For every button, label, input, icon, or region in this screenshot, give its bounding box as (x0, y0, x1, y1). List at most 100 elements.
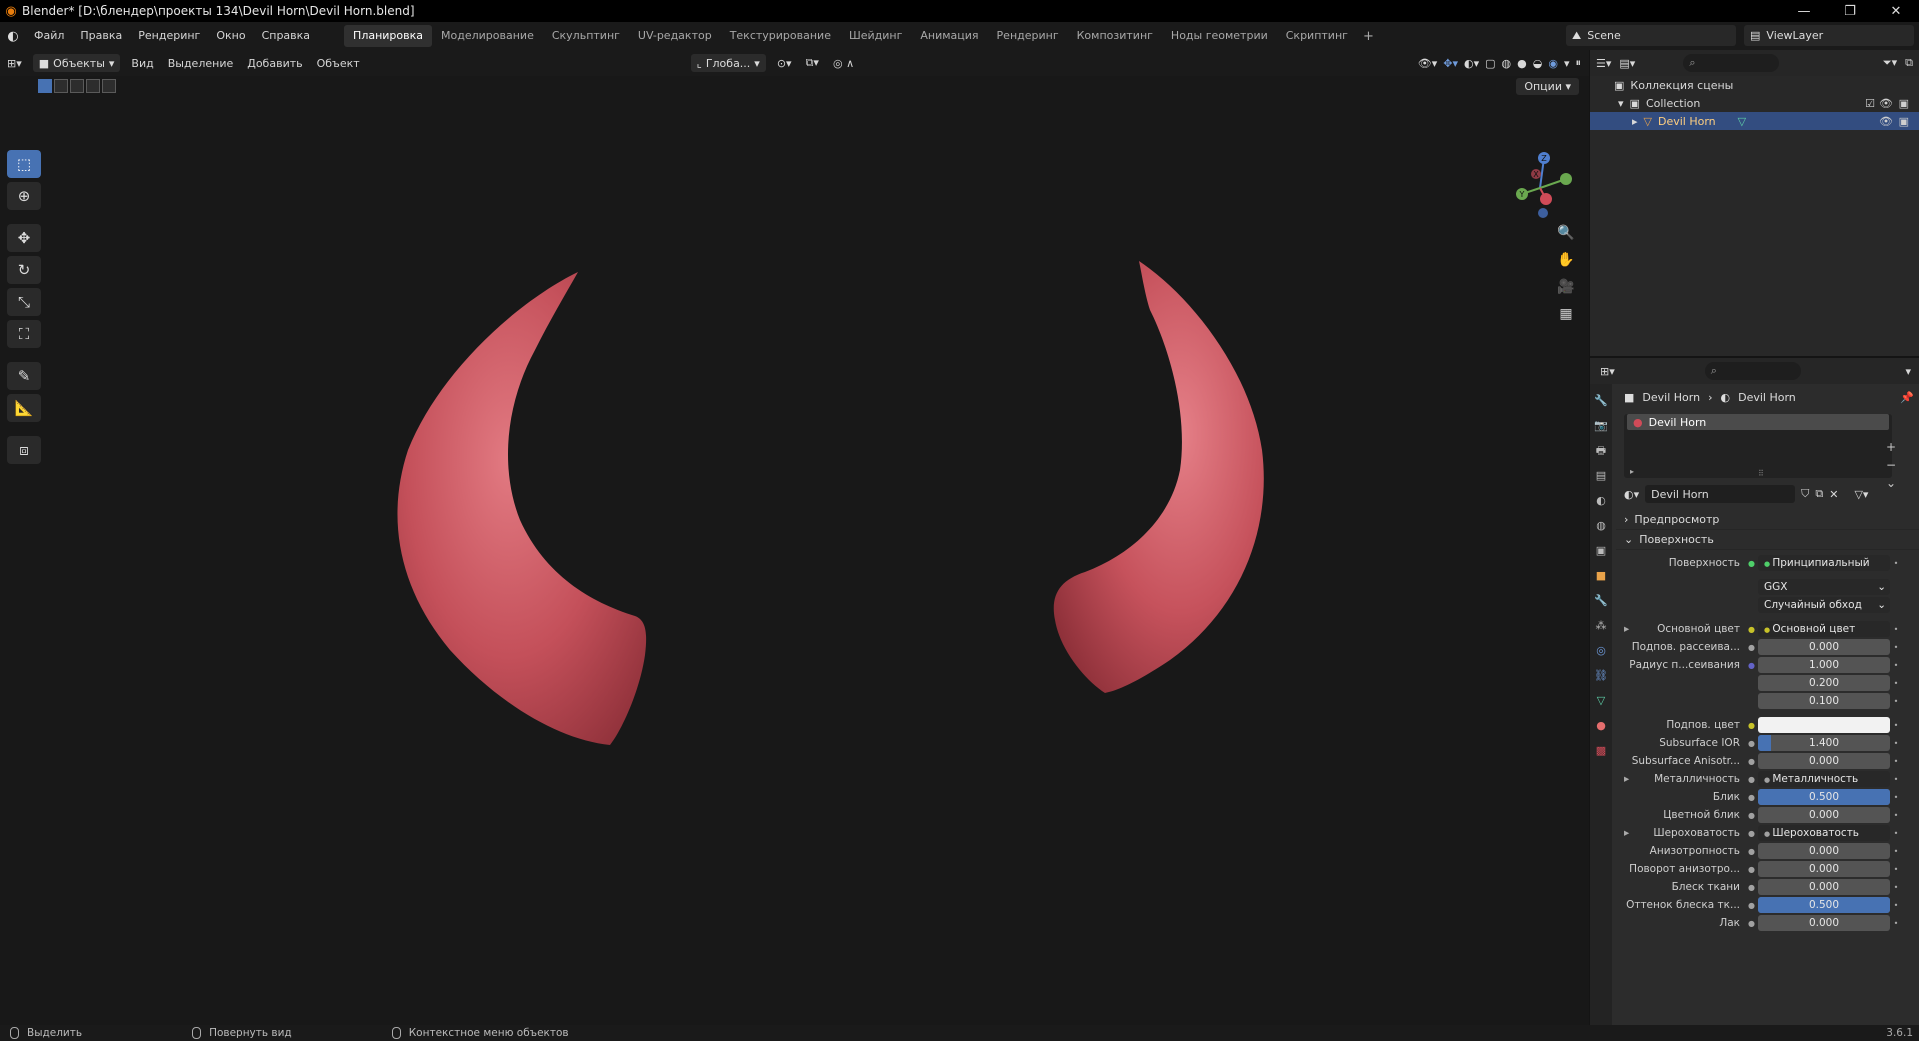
left-horn[interactable] (397, 272, 647, 745)
solid-shading-icon[interactable]: ● (1517, 57, 1527, 70)
shading-options-icon[interactable]: ▾ (1564, 57, 1570, 70)
duplicate-material-icon[interactable]: ⧉ (1815, 487, 1823, 501)
scene-selector[interactable]: ⛰ Scene (1566, 25, 1736, 46)
keyframe-dot-icon[interactable]: • (1890, 643, 1902, 652)
socket-icon[interactable]: ● (1748, 625, 1758, 634)
wireframe-shading-icon[interactable]: ◍ (1502, 57, 1512, 70)
socket-icon[interactable]: ● (1748, 775, 1758, 784)
keyframe-dot-icon[interactable]: • (1890, 739, 1902, 748)
material-browse-icon[interactable]: ◐▾ (1624, 488, 1639, 501)
filter-icon[interactable]: ⏷▾ (1883, 56, 1897, 70)
perspective-grid-icon[interactable]: ▦ (1555, 306, 1577, 324)
socket-icon[interactable]: ● (1748, 847, 1758, 856)
pivot-point-icon[interactable]: ⊙▾ (770, 57, 799, 70)
maximize-button[interactable]: ❐ (1827, 0, 1873, 22)
object-tab-icon[interactable]: ■ (1596, 567, 1606, 584)
expand-arrow-icon[interactable]: ▸ (1632, 115, 1638, 128)
editor-type-icon[interactable]: ☰▾ (1596, 57, 1611, 70)
eye-icon[interactable]: 👁 (1879, 97, 1893, 110)
resize-handle-icon[interactable]: ⠿ (1758, 469, 1764, 478)
socket-icon[interactable]: ● (1748, 661, 1758, 670)
scene-tab-icon[interactable]: ◐ (1596, 492, 1606, 509)
keyframe-dot-icon[interactable]: • (1890, 625, 1902, 634)
outliner-search-input[interactable]: ⌕ (1683, 54, 1780, 72)
pause-icon[interactable]: ⏸ (1576, 56, 1582, 70)
minimize-button[interactable]: — (1781, 0, 1827, 22)
socket-icon[interactable]: ● (1748, 739, 1758, 748)
constraints-tab-icon[interactable]: ⛓ (1594, 667, 1608, 684)
select-invert-icon[interactable] (86, 79, 100, 93)
numeric-field[interactable]: 0.200 (1758, 675, 1890, 691)
keyframe-dot-icon[interactable]: • (1890, 697, 1902, 706)
link-field[interactable]: ● Металличность (1758, 771, 1890, 787)
mode-dropdown[interactable]: ■ Объекты ▾ (32, 54, 121, 72)
display-mode-icon[interactable]: ▤▾ (1619, 57, 1635, 70)
panel-preview-header[interactable]: › Предпросмотр (1616, 510, 1919, 530)
camera-view-icon[interactable]: 🎥 (1555, 279, 1577, 297)
add-cube-tool-icon[interactable]: ⧈ (7, 436, 41, 464)
new-collection-icon[interactable]: ⧉ (1905, 56, 1913, 70)
measure-tool-icon[interactable]: 📐 (7, 394, 41, 422)
select-box-tool-icon[interactable]: ⬚ (7, 150, 41, 178)
rotate-tool-icon[interactable]: ↻ (7, 256, 41, 284)
add-workspace-button[interactable]: + (1357, 29, 1380, 44)
link-field[interactable]: ● Шероховатость (1758, 825, 1890, 841)
menu-select[interactable]: Выделение (161, 57, 241, 70)
select-extend-icon[interactable] (54, 79, 68, 93)
navigation-gizmo[interactable]: Z Y X (1500, 145, 1580, 225)
blender-menu-icon[interactable]: ◐ (0, 29, 26, 44)
select-subtract-icon[interactable] (70, 79, 84, 93)
pin-icon[interactable]: 📌 (1900, 391, 1919, 404)
socket-icon[interactable]: ● (1748, 793, 1758, 802)
numeric-field[interactable]: 0.000 (1758, 915, 1890, 931)
numeric-field[interactable]: 0.100 (1758, 693, 1890, 709)
tab-uv-editing[interactable]: UV-редактор (629, 25, 721, 47)
material-shading-icon[interactable]: ◒ (1533, 57, 1543, 70)
menu-file[interactable]: Файл (26, 22, 72, 50)
camera-icon[interactable]: ▣ (1899, 115, 1909, 128)
select-new-icon[interactable] (38, 79, 52, 93)
checkbox-icon[interactable]: ☑ (1865, 97, 1875, 110)
material-name-field[interactable]: Devil Horn (1645, 485, 1796, 503)
keyframe-dot-icon[interactable]: • (1890, 865, 1902, 874)
material-tab-icon[interactable]: ● (1596, 717, 1606, 734)
3d-viewport[interactable]: ⊞▾ ■ Объекты ▾ Вид Выделение Добавить Об… (0, 50, 1589, 1025)
tab-compositing[interactable]: Композитинг (1068, 25, 1162, 47)
eye-icon[interactable]: 👁 (1879, 115, 1893, 128)
socket-icon[interactable]: ● (1748, 559, 1758, 568)
collection-tab-icon[interactable]: ▣ (1596, 542, 1606, 559)
menu-render[interactable]: Рендеринг (130, 22, 208, 50)
texture-tab-icon[interactable]: ▩ (1596, 742, 1606, 759)
keyframe-dot-icon[interactable]: • (1890, 661, 1902, 670)
tab-scripting[interactable]: Скриптинг (1277, 25, 1357, 47)
output-tab-icon[interactable]: 🖶 (1596, 442, 1606, 459)
close-button[interactable]: ✕ (1873, 0, 1919, 22)
link-field[interactable]: ● Принципиальный BSDF (1758, 555, 1890, 571)
move-tool-icon[interactable]: ✥ (7, 224, 41, 252)
socket-icon[interactable]: ● (1748, 865, 1758, 874)
tab-animation[interactable]: Анимация (911, 25, 987, 47)
view-layer-tab-icon[interactable]: ▤ (1596, 467, 1606, 484)
keyframe-dot-icon[interactable]: • (1890, 721, 1902, 730)
camera-icon[interactable]: ▣ (1899, 97, 1909, 110)
numeric-field[interactable]: 1.000 (1758, 657, 1890, 673)
numeric-field[interactable]: 0.000 (1758, 879, 1890, 895)
keyframe-dot-icon[interactable]: • (1890, 919, 1902, 928)
keyframe-dot-icon[interactable]: • (1890, 793, 1902, 802)
properties-search-input[interactable]: ⌕ (1704, 362, 1801, 380)
cursor-tool-icon[interactable]: ⊕ (7, 182, 41, 210)
socket-icon[interactable]: ● (1748, 811, 1758, 820)
outliner-row-scene-collection[interactable]: ▣ Коллекция сцены (1590, 76, 1919, 94)
menu-help[interactable]: Справка (254, 22, 318, 50)
keyframe-dot-icon[interactable]: • (1890, 883, 1902, 892)
modifier-tab-icon[interactable]: 🔧 (1594, 592, 1608, 609)
expand-arrow-icon[interactable]: ▸ (1630, 467, 1634, 476)
menu-object[interactable]: Объект (310, 57, 367, 70)
tab-shading[interactable]: Шейдинг (840, 25, 911, 47)
socket-icon[interactable]: ● (1748, 829, 1758, 838)
expand-arrow-icon[interactable]: ▾ (1618, 97, 1624, 110)
overlay-toggle-icon[interactable]: ◐▾ (1464, 57, 1479, 70)
slot-specials-button[interactable]: ⌄ (1886, 476, 1914, 490)
keyframe-dot-icon[interactable]: • (1890, 757, 1902, 766)
fake-user-shield-icon[interactable]: ⛉ (1801, 487, 1809, 501)
